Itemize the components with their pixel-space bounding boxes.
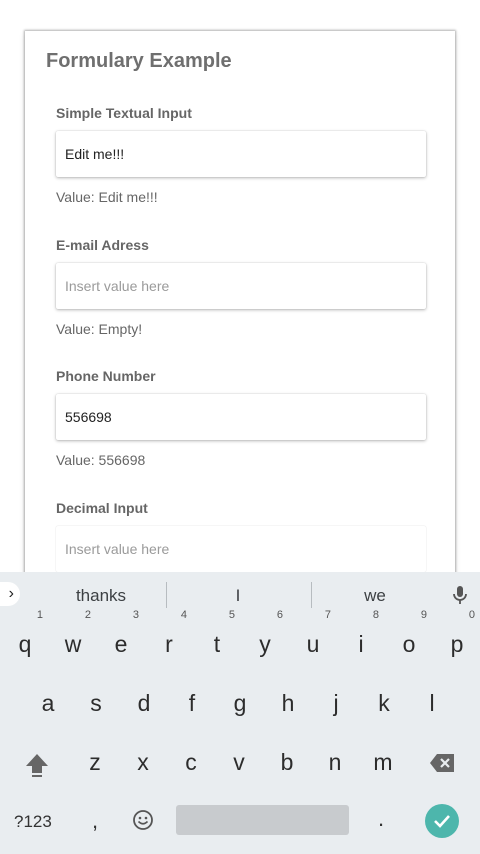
key-label: x xyxy=(137,749,149,775)
suggestion-bar: › thanks I we xyxy=(0,572,480,618)
key-c[interactable]: c xyxy=(169,734,213,790)
key-label: p xyxy=(450,631,464,657)
decimal-field[interactable] xyxy=(56,526,426,572)
suggestion-2[interactable]: I xyxy=(218,586,258,606)
key-label: y xyxy=(259,631,271,657)
simple-text-value: Value: Edit me!!! xyxy=(56,189,158,205)
key-d[interactable]: d xyxy=(122,675,166,731)
suggestion-1[interactable]: thanks xyxy=(66,586,136,606)
key-y[interactable]: y6 xyxy=(243,609,287,672)
key-n[interactable]: n xyxy=(313,734,357,790)
key-o[interactable]: o9 xyxy=(387,609,431,672)
key-r[interactable]: r4 xyxy=(147,609,191,672)
key-j[interactable]: j xyxy=(314,675,358,731)
key-b[interactable]: b xyxy=(265,734,309,790)
decimal-label: Decimal Input xyxy=(56,500,148,516)
key-label: h xyxy=(281,690,295,716)
backspace-icon[interactable] xyxy=(429,753,455,773)
key-label: f xyxy=(188,690,196,716)
key-label: u xyxy=(306,631,320,657)
phone-field[interactable] xyxy=(56,394,426,440)
phone-value: Value: 556698 xyxy=(56,452,146,468)
key-label: n xyxy=(328,749,342,775)
key-k[interactable]: k xyxy=(362,675,406,731)
key-hint: 5 xyxy=(228,609,235,621)
key-a[interactable]: a xyxy=(26,675,70,731)
key-label: g xyxy=(233,690,247,716)
key-t[interactable]: t5 xyxy=(195,609,239,672)
key-label: m xyxy=(373,749,393,775)
form-card: Formulary Example Simple Textual Input V… xyxy=(25,31,455,591)
emoji-icon[interactable] xyxy=(132,809,154,831)
key-label: j xyxy=(333,690,339,716)
key-label: l xyxy=(429,690,435,716)
key-hint: 0 xyxy=(468,609,475,621)
suggestion-divider xyxy=(166,582,167,608)
chevron-right-icon[interactable]: › xyxy=(0,582,20,606)
email-value: Value: Empty! xyxy=(56,321,143,337)
key-v[interactable]: v xyxy=(217,734,261,790)
period-key[interactable]: . xyxy=(378,806,384,832)
key-h[interactable]: h xyxy=(266,675,310,731)
shift-icon[interactable] xyxy=(24,752,50,778)
key-l[interactable]: l xyxy=(410,675,454,731)
key-w[interactable]: w2 xyxy=(51,609,95,672)
key-u[interactable]: u7 xyxy=(291,609,335,672)
page-title: Formulary Example xyxy=(46,50,232,72)
soft-keyboard: › thanks I we q1w2e3r4t5y6u7i8o9p0 asdfg… xyxy=(0,572,480,854)
key-hint: 1 xyxy=(36,609,43,621)
key-label: w xyxy=(64,631,82,657)
key-hint: 3 xyxy=(132,609,139,621)
key-label: c xyxy=(185,749,197,775)
key-label: k xyxy=(378,690,390,716)
key-label: s xyxy=(90,690,102,716)
key-label: i xyxy=(358,631,364,657)
phone-label: Phone Number xyxy=(56,368,156,384)
key-hint: 7 xyxy=(324,609,331,621)
mic-icon[interactable] xyxy=(452,585,468,607)
suggestion-3[interactable]: we xyxy=(350,586,400,606)
key-label: r xyxy=(165,631,173,657)
key-e[interactable]: e3 xyxy=(99,609,143,672)
key-label: o xyxy=(402,631,416,657)
email-label: E-mail Adress xyxy=(56,237,149,253)
email-field[interactable] xyxy=(56,263,426,309)
key-q[interactable]: q1 xyxy=(3,609,47,672)
key-f[interactable]: f xyxy=(170,675,214,731)
key-z[interactable]: z xyxy=(73,734,117,790)
key-label: a xyxy=(41,690,55,716)
simple-text-input[interactable] xyxy=(56,131,426,177)
key-label: q xyxy=(18,631,32,657)
enter-key[interactable] xyxy=(425,804,459,838)
check-icon xyxy=(434,815,450,828)
key-hint: 6 xyxy=(276,609,283,621)
spacebar[interactable] xyxy=(176,805,349,835)
key-i[interactable]: i8 xyxy=(339,609,383,672)
key-hint: 4 xyxy=(180,609,187,621)
key-label: b xyxy=(280,749,294,775)
key-label: z xyxy=(89,749,101,775)
key-label: d xyxy=(137,690,151,716)
key-label: t xyxy=(213,631,221,657)
key-m[interactable]: m xyxy=(361,734,405,790)
key-hint: 8 xyxy=(372,609,379,621)
key-s[interactable]: s xyxy=(74,675,118,731)
symbols-key[interactable]: ?123 xyxy=(14,812,52,832)
key-hint: 2 xyxy=(84,609,91,621)
simple-text-label: Simple Textual Input xyxy=(56,105,192,121)
key-g[interactable]: g xyxy=(218,675,262,731)
key-x[interactable]: x xyxy=(121,734,165,790)
suggestion-divider xyxy=(311,582,312,608)
key-hint: 9 xyxy=(420,609,427,621)
screen: Formulary Example Simple Textual Input V… xyxy=(0,0,480,854)
key-label: v xyxy=(233,749,245,775)
comma-key[interactable]: , xyxy=(92,808,98,834)
key-p[interactable]: p0 xyxy=(435,609,479,672)
key-label: e xyxy=(114,631,128,657)
